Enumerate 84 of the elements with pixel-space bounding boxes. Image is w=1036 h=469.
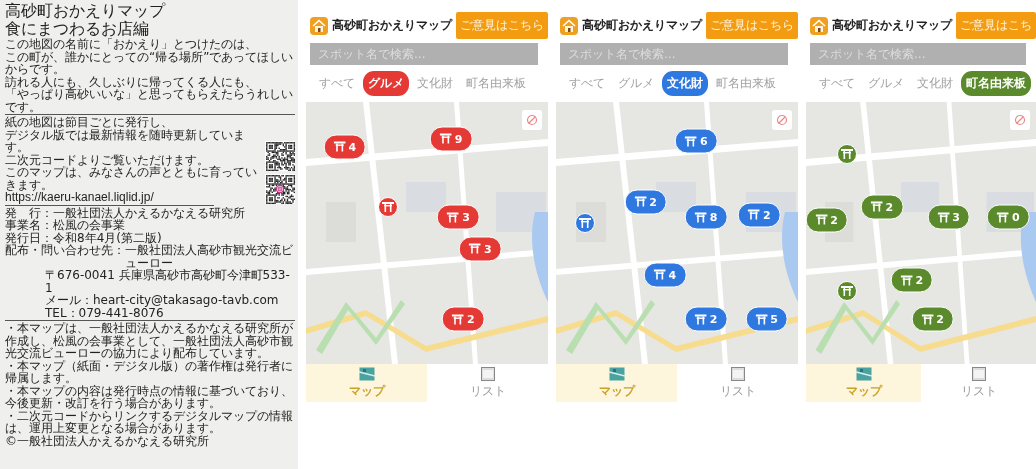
nav-tab[interactable]: マップ	[306, 364, 427, 402]
category-tab[interactable]: 文化財	[412, 71, 458, 96]
category-tab[interactable]: すべて	[814, 71, 860, 96]
category-tab[interactable]: すべて	[314, 71, 360, 96]
slash-icon[interactable]	[522, 110, 542, 130]
house-icon	[810, 16, 828, 35]
leaflet-title: 高砂町おかえりマップ	[5, 2, 167, 20]
torii-icon	[815, 213, 828, 226]
torii-icon	[870, 200, 883, 213]
qr-code-icon	[265, 173, 295, 204]
contact-line: TEL：079-441-8076	[44, 306, 164, 319]
torii-icon	[333, 140, 346, 153]
nav-tab[interactable]: マップ	[556, 364, 677, 402]
text-line: この地図の名前に「おかえり」とつけたのは、	[5, 38, 258, 51]
url-text: https://kaeru-kanael.liqlid.jp/	[5, 191, 155, 204]
house-icon	[560, 16, 578, 35]
list-icon	[971, 366, 986, 381]
torii-icon	[382, 200, 395, 213]
torii-icon	[468, 242, 481, 255]
category-tab[interactable]: 文化財	[662, 71, 708, 96]
note-text: ・本マップは、一般社団法人かえるかなえる研究所が作成し、松風の会事業として、一般社団法人高砂市観光交流ビューローの協力により配布しています。	[5, 322, 294, 360]
list-icon	[480, 366, 495, 381]
info-value: 令和8年4月(第二版)	[53, 231, 162, 244]
feedback-button[interactable]: ご意見はこちら	[456, 12, 548, 39]
nav-tab[interactable]: マップ	[806, 364, 921, 402]
torii-icon	[937, 211, 950, 224]
text-line: 「やっぱり高砂いいな」と思ってもらえたらうれしいです。	[5, 88, 294, 113]
info-value: 一般社団法人高砂市観光交流ビューロー	[125, 244, 294, 269]
house-icon	[310, 16, 328, 35]
note-text: ・本マップの内容は発行時点の情報に基づいており、今後更新・改訂を行う場合があります。	[5, 384, 294, 410]
torii-icon	[579, 216, 592, 229]
category-tab[interactable]: すべて	[564, 71, 610, 96]
torii-icon	[634, 195, 647, 208]
info-label: 発行日：	[5, 231, 53, 244]
note-text: ・二次元コードからリンクするデジタルマップの情報は、運用上変更となる場合があります。	[5, 409, 294, 435]
torii-icon	[921, 313, 934, 326]
contact-line: 〒676-0041 兵庫県高砂市高砂町今津町533-1	[44, 269, 291, 294]
torii-icon	[841, 284, 854, 297]
torii-icon	[841, 148, 854, 161]
category-tab[interactable]: 町名由来板	[711, 71, 781, 96]
text-line: 紙の地図は節目ごとに発行し、	[5, 116, 173, 129]
app-title: 高砂町おかえりマップ	[832, 17, 952, 34]
note-text: ©一般社団法人かえるかなえる研究所	[5, 434, 210, 447]
info-label: 発 行：	[5, 206, 53, 219]
text-line: この町が、誰かにとっての“帰る場所”であってほしいからです。	[5, 50, 295, 76]
torii-icon	[997, 211, 1010, 224]
category-tab[interactable]: グルメ	[863, 71, 909, 96]
feedback-button[interactable]: ご意見はこち	[956, 12, 1036, 39]
info-label: 事業名：	[5, 219, 53, 232]
torii-icon	[900, 274, 913, 287]
torii-icon	[747, 208, 760, 221]
torii-icon	[755, 313, 768, 326]
text-line: 二次元コードよりご覧いただけます。	[5, 153, 209, 166]
map-icon	[608, 366, 625, 381]
info-value: 松風の会事業	[53, 219, 125, 232]
category-tab[interactable]: グルメ	[363, 71, 409, 96]
list-icon	[730, 366, 745, 381]
torii-icon	[451, 313, 464, 326]
app-title: 高砂町おかえりマップ	[332, 17, 452, 34]
torii-icon	[653, 268, 666, 281]
text-line: このマップは、みなさんの声とともに育っていきます。	[5, 166, 258, 191]
category-tab[interactable]: グルメ	[613, 71, 659, 96]
torii-icon	[439, 132, 452, 145]
map-icon	[358, 366, 375, 381]
note-text: ・本マップ（紙面・デジタル版）の著作権は発行者に帰属します。	[5, 359, 294, 385]
contact-line: メール：heart-city@takasago-tavb.com	[44, 294, 280, 307]
app-title: 高砂町おかえりマップ	[582, 17, 702, 34]
torii-icon	[447, 211, 460, 224]
feedback-button[interactable]: ご意見はこちら	[706, 12, 798, 39]
leaflet-title: 食にまつわるお店編	[5, 20, 150, 38]
torii-icon	[694, 211, 707, 224]
info-value: 一般社団法人かえるかなえる研究所	[53, 206, 245, 219]
category-tab[interactable]: 町名由来板	[961, 71, 1031, 96]
slash-icon[interactable]	[1010, 110, 1030, 130]
info-label: 配布・問い合わせ先：	[5, 244, 125, 259]
category-tab[interactable]: 町名由来板	[461, 71, 531, 96]
map-icon	[855, 366, 872, 381]
slash-icon[interactable]	[772, 110, 792, 130]
category-tab[interactable]: 文化財	[912, 71, 958, 96]
torii-icon	[685, 135, 698, 148]
torii-icon	[694, 313, 707, 326]
qr-code-icon	[265, 140, 295, 171]
text-line: デジタル版では最新情報を随時更新しています。	[5, 128, 246, 154]
text-line: 訪れる人にも、久しぶりに帰ってくる人にも、	[5, 75, 258, 88]
